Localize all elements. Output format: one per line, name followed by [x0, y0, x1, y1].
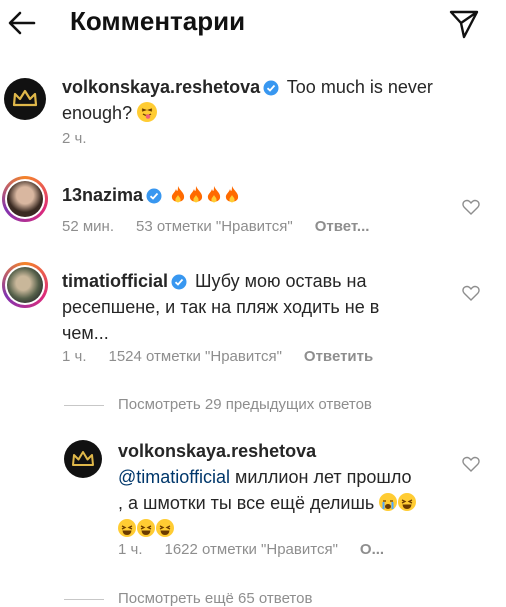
heart-icon[interactable] — [462, 199, 480, 215]
comment-likes[interactable]: 1524 отметки "Нравится" — [109, 348, 282, 365]
comment-likes[interactable]: 53 отметки "Нравится" — [136, 218, 293, 235]
fire-emoji-icon — [171, 186, 185, 203]
back-arrow-icon[interactable] — [6, 8, 38, 38]
caption-username[interactable]: volkonskaya.reshetova — [62, 77, 260, 97]
laughing-emoji-icon — [156, 519, 174, 537]
reply-button[interactable]: О... — [360, 541, 384, 558]
avatar[interactable] — [64, 440, 102, 478]
page-title: Комментарии — [70, 6, 246, 36]
reply-username[interactable]: volkonskaya.reshetova — [118, 441, 316, 461]
comment-meta: 52 мин. 53 отметки "Нравится" Ответ... — [62, 218, 391, 235]
fire-emoji-icon — [207, 186, 221, 203]
crown-logo-icon — [72, 451, 94, 466]
verified-badge-icon — [263, 80, 279, 96]
comment-username[interactable]: timatiofficial — [62, 271, 168, 291]
comment-text: 13nazima — [62, 182, 452, 208]
comment-meta: 1 ч. 1524 отметки "Нравится" Ответить — [62, 348, 395, 365]
laughing-emoji-icon — [137, 519, 155, 537]
avatar[interactable] — [2, 176, 48, 222]
verified-badge-icon — [171, 274, 187, 290]
reply-likes[interactable]: 1622 отметки "Нравится" — [165, 541, 338, 558]
crying-emoji-icon — [379, 493, 398, 511]
view-previous-replies[interactable]: Посмотреть 29 предыдущих ответов — [64, 396, 372, 413]
caption-text: volkonskaya.reshetova Too much is never … — [62, 74, 482, 126]
comment-time: 52 мин. — [62, 218, 114, 235]
laughing-emoji-icon — [398, 493, 417, 511]
reply-text: volkonskaya.reshetova @timatiofficial ми… — [118, 438, 418, 542]
mention-link[interactable]: @timatiofficial — [118, 467, 230, 487]
divider — [64, 404, 104, 406]
fire-emoji-icon — [189, 186, 203, 203]
heart-icon[interactable] — [462, 285, 480, 301]
view-more-replies-label: Посмотреть ещё 65 ответов — [118, 590, 313, 607]
avatar[interactable] — [4, 78, 46, 120]
tongue-emoji-icon — [137, 102, 158, 122]
reply-button[interactable]: Ответ... — [315, 218, 370, 235]
crown-logo-icon — [12, 89, 38, 107]
avatar[interactable] — [2, 262, 48, 308]
reply-time: 1 ч. — [118, 541, 143, 558]
view-previous-replies-label: Посмотреть 29 предыдущих ответов — [118, 396, 372, 413]
reply-meta: 1 ч. 1622 отметки "Нравится" О... — [118, 541, 406, 558]
laughing-emoji-icon — [118, 519, 136, 537]
heart-icon[interactable] — [462, 456, 480, 472]
divider — [64, 598, 104, 600]
reply-button[interactable]: Ответить — [304, 348, 373, 365]
comment-text: timatiofficial Шубу мою оставь на ресепш… — [62, 268, 422, 346]
direct-message-icon[interactable] — [448, 8, 480, 40]
comment-time: 1 ч. — [62, 348, 87, 365]
caption-time: 2 ч. — [62, 130, 87, 147]
comment-username[interactable]: 13nazima — [62, 185, 143, 205]
header-bar: Комментарии — [0, 0, 506, 46]
fire-emoji-icon — [225, 186, 239, 203]
view-more-replies[interactable]: Посмотреть ещё 65 ответов — [64, 590, 312, 607]
verified-badge-icon — [146, 188, 162, 204]
